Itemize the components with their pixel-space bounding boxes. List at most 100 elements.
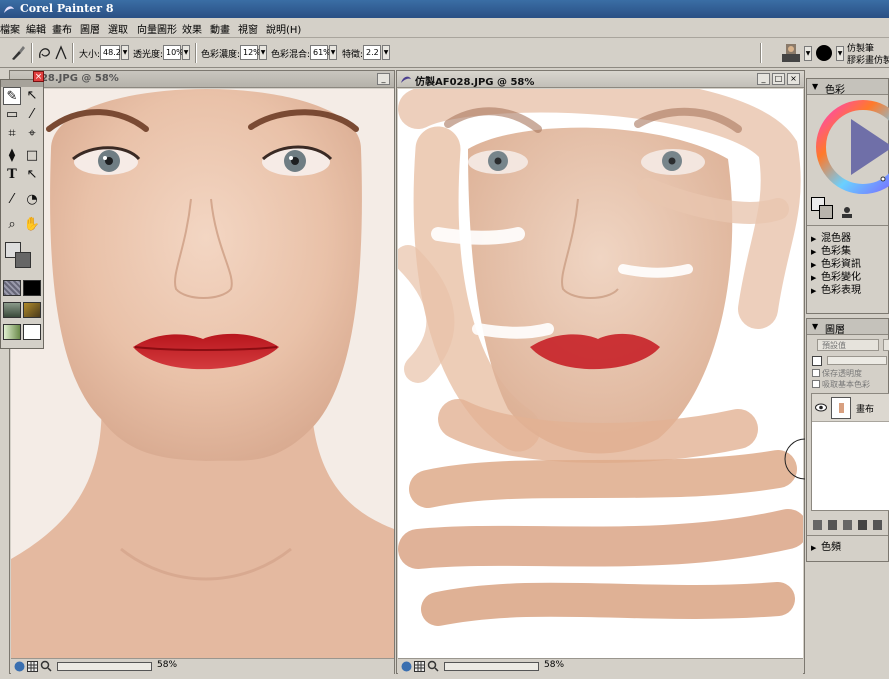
property-bar: 大小: 48.2 ▼ 透光度: 10% ▼ 色彩濃度: 12% ▼ 色彩混合: … bbox=[0, 38, 889, 68]
lasso-icon[interactable]: ⌖ bbox=[23, 125, 41, 143]
source-canvas[interactable] bbox=[11, 89, 394, 658]
feature-label: 特徵: bbox=[342, 50, 364, 60]
crop-icon[interactable]: ⌗ bbox=[3, 125, 21, 143]
cloner-icon[interactable]: ◔ bbox=[23, 191, 41, 209]
menu-help[interactable]: 說明(H) bbox=[266, 21, 301, 36]
minimize-icon[interactable]: _ bbox=[757, 73, 770, 85]
zoom-level: 58% bbox=[544, 660, 565, 670]
feature-slider-arrow-icon[interactable]: ▼ bbox=[382, 45, 390, 60]
maximize-icon[interactable]: □ bbox=[772, 73, 785, 85]
layer-adjuster-icon[interactable]: ↖ bbox=[23, 87, 41, 105]
additional-color-swatch[interactable] bbox=[15, 252, 31, 268]
minimize-icon[interactable]: _ bbox=[377, 73, 390, 85]
opacity-slider-arrow-icon[interactable]: ▼ bbox=[182, 45, 190, 60]
eye-visibility-icon[interactable] bbox=[815, 403, 827, 412]
resat-field[interactable]: 12% bbox=[240, 45, 261, 60]
grabber-icon[interactable]: ✋ bbox=[23, 216, 41, 234]
menu-window[interactable]: 視窗 bbox=[238, 21, 258, 36]
menu-layers[interactable]: 圖層 bbox=[80, 21, 100, 36]
grid-toggle-icon[interactable] bbox=[414, 661, 425, 672]
freehand-stroke-icon[interactable] bbox=[37, 44, 53, 62]
size-label: 大小: bbox=[79, 50, 101, 60]
bleed-field[interactable]: 61% bbox=[310, 45, 331, 60]
menu-movie[interactable]: 動畫 bbox=[210, 21, 230, 36]
menu-effects[interactable]: 效果 bbox=[182, 21, 202, 36]
navigator-icon[interactable] bbox=[14, 661, 25, 672]
panel-color-expression[interactable]: ▶ 色彩表現 bbox=[811, 281, 861, 296]
look-selector-icon[interactable] bbox=[3, 324, 21, 340]
source-document-window[interactable]: 028.JPG @ 58% _ 58% bbox=[9, 70, 395, 674]
brush-variant-arrow-icon[interactable]: ▼ bbox=[836, 46, 844, 61]
app-title-bar: Corel Painter 8 bbox=[0, 0, 889, 18]
menu-bar: 檔案 編輯 畫布 圖層 選取 向量圖形 效果 動畫 視窗 說明(H) bbox=[0, 18, 889, 38]
menu-canvas[interactable]: 畫布 bbox=[52, 21, 72, 36]
additional-color-swatch[interactable] bbox=[819, 205, 833, 219]
selection-adjuster-icon[interactable]: ↖ bbox=[23, 166, 41, 184]
grid-toggle-icon[interactable] bbox=[27, 661, 38, 672]
pattern-selector-icon[interactable] bbox=[3, 302, 21, 318]
opacity-slider[interactable] bbox=[827, 356, 887, 365]
clone-document-window[interactable]: 仿製AF028.JPG @ 58% _ □ × 58% bbox=[396, 70, 805, 674]
close-icon[interactable]: × bbox=[787, 73, 800, 85]
menu-file[interactable]: 檔案 bbox=[0, 21, 20, 36]
gradient-selector-icon[interactable] bbox=[23, 280, 41, 296]
menu-shapes[interactable]: 向量圖形 bbox=[137, 21, 177, 36]
brush-category-arrow-icon[interactable]: ▼ bbox=[804, 46, 812, 61]
zoom-icon[interactable] bbox=[40, 660, 52, 672]
zoom-slider[interactable] bbox=[444, 662, 539, 671]
resat-slider-arrow-icon[interactable]: ▼ bbox=[259, 45, 267, 60]
brush-variant-name: 膠彩畫仿製 bbox=[847, 56, 889, 66]
clone-canvas[interactable] bbox=[398, 89, 803, 658]
preserve-transparency-checkbox[interactable] bbox=[812, 369, 820, 377]
color-wheel[interactable] bbox=[813, 99, 889, 197]
toolbox-close-icon[interactable]: × bbox=[33, 71, 44, 82]
bleed-label: 色彩混合: bbox=[271, 50, 311, 60]
opacity-field[interactable]: 10% bbox=[163, 45, 184, 60]
collapse-arrow-icon[interactable]: ▼ bbox=[812, 82, 818, 91]
size-field[interactable]: 48.2 bbox=[100, 45, 121, 60]
zoom-slider[interactable] bbox=[57, 662, 152, 671]
composite-method-select[interactable]: 預設值 bbox=[817, 339, 879, 351]
layers-panel: ▼ 圖層 預設值 保存透明度 吸取基本色彩 畫布 ▶ 色頻 bbox=[806, 318, 889, 562]
clone-document-title: 仿製AF028.JPG @ 58% bbox=[415, 77, 535, 88]
pick-up-color-checkbox[interactable] bbox=[812, 380, 820, 388]
text-icon[interactable]: T bbox=[3, 166, 21, 184]
brush-icon[interactable] bbox=[10, 45, 26, 61]
paper-selector-icon[interactable] bbox=[3, 280, 21, 296]
nozzle-selector-icon[interactable] bbox=[23, 324, 41, 340]
feature-field[interactable]: 2.2 bbox=[363, 45, 381, 60]
menu-select[interactable]: 選取 bbox=[108, 21, 128, 36]
bleed-slider-arrow-icon[interactable]: ▼ bbox=[329, 45, 337, 60]
color-panel: ▼ 色彩 ▶ 混色器 ▶ 色彩集 ▶ 色彩資訊 ▶ 色彩變化 ▶ 色彩表現 bbox=[806, 78, 889, 314]
pick-up-color-label: 吸取基本色彩 bbox=[822, 380, 870, 389]
portrait-photo bbox=[11, 89, 394, 658]
magnifier-icon[interactable]: ⌕ bbox=[3, 216, 21, 234]
zoom-icon[interactable] bbox=[427, 660, 439, 672]
layer-row[interactable]: 畫布 bbox=[812, 394, 889, 422]
clone-color-icon[interactable] bbox=[840, 205, 854, 219]
app-title: Corel Painter 8 bbox=[20, 2, 114, 15]
layer-list: 畫布 bbox=[811, 393, 889, 511]
source-status-bar: 58% bbox=[11, 658, 394, 674]
navigator-icon[interactable] bbox=[401, 661, 412, 672]
paint-bucket-icon[interactable]: ⧫ bbox=[3, 147, 21, 165]
brush-category-icon[interactable] bbox=[779, 41, 803, 65]
brush-tool-icon[interactable]: ✎ bbox=[3, 87, 21, 105]
layer-name: 畫布 bbox=[856, 405, 875, 415]
magic-wand-icon[interactable]: ⁄ bbox=[23, 106, 41, 124]
straight-line-stroke-icon[interactable] bbox=[54, 44, 68, 62]
menu-edit[interactable]: 編輯 bbox=[26, 21, 46, 36]
size-slider-arrow-icon[interactable]: ▼ bbox=[121, 45, 129, 60]
layer-commands-icons[interactable] bbox=[812, 518, 888, 532]
panel-channels[interactable]: ▶ 色頻 bbox=[811, 538, 841, 553]
rect-select-icon[interactable]: ▭ bbox=[3, 106, 21, 124]
collapse-arrow-icon[interactable]: ▼ bbox=[812, 322, 818, 331]
cloned-painting bbox=[398, 89, 803, 658]
weave-selector-icon[interactable] bbox=[23, 302, 41, 318]
composite-depth-select[interactable] bbox=[883, 339, 889, 351]
opacity-label: 透光度: bbox=[133, 50, 164, 60]
shape-icon[interactable]: □ bbox=[23, 147, 41, 165]
brush-variant-dab-icon[interactable] bbox=[814, 43, 834, 63]
opacity-icon bbox=[812, 356, 822, 366]
dropper-icon[interactable]: ⁄ bbox=[3, 191, 21, 209]
